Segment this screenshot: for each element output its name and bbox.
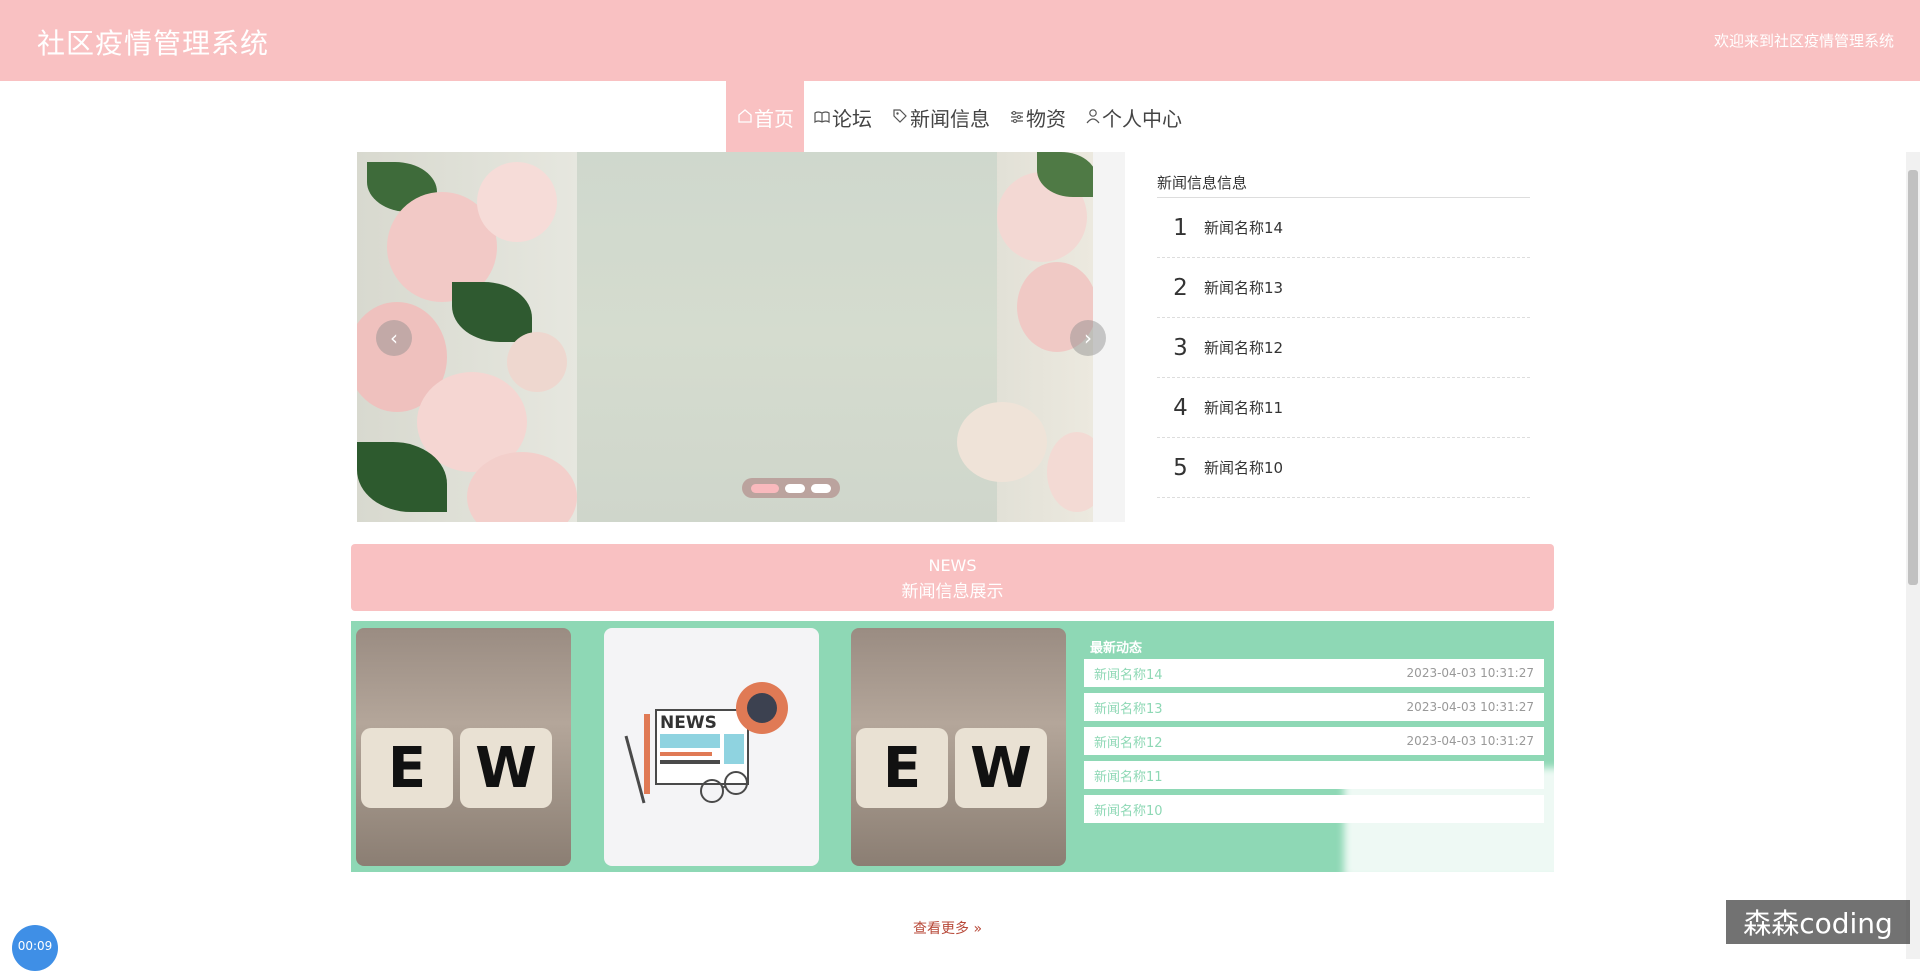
news-list-title: 新闻信息信息 bbox=[1157, 172, 1530, 198]
newspaper-icon: NEWS bbox=[624, 682, 788, 804]
news-name[interactable]: 新闻名称10 bbox=[1204, 457, 1283, 478]
welcome-text: 欢迎来到社区疫情管理系统 bbox=[1713, 32, 1894, 50]
nav-item-supplies[interactable]: 物资 bbox=[1000, 81, 1076, 153]
top-header: 社区疫情管理系统 欢迎来到社区疫情管理系统 bbox=[0, 0, 1920, 81]
blurred-overlay bbox=[1344, 768, 1564, 878]
nav-item-forum[interactable]: 论坛 bbox=[804, 81, 882, 153]
double-chevron-right-icon: » bbox=[973, 921, 983, 937]
news-card-image[interactable]: NEWS bbox=[604, 628, 819, 866]
latest-news-name[interactable]: 新闻名称12 bbox=[1094, 732, 1163, 751]
newspaper-label: NEWS bbox=[660, 713, 717, 733]
nav-label-home: 首页 bbox=[754, 106, 794, 131]
news-section-banner: NEWS 新闻信息展示 bbox=[351, 544, 1554, 611]
tag-icon bbox=[892, 105, 910, 129]
latest-news-name[interactable]: 新闻名称10 bbox=[1094, 800, 1163, 819]
carousel-next-button[interactable]: › bbox=[1070, 320, 1106, 356]
news-list-item[interactable]: 3 新闻名称12 bbox=[1157, 318, 1530, 378]
view-more-link[interactable]: 查看更多 » bbox=[913, 918, 982, 938]
latest-news-time: 2023-04-03 10:31:27 bbox=[1406, 734, 1534, 748]
nav-item-home[interactable]: 首页 bbox=[726, 81, 804, 153]
latest-news-item[interactable]: 新闻名称12 2023-04-03 10:31:27 bbox=[1084, 727, 1544, 755]
banner-title-en: NEWS bbox=[928, 556, 977, 575]
news-list-item[interactable]: 5 新闻名称10 bbox=[1157, 438, 1530, 498]
news-rank: 2 bbox=[1173, 274, 1188, 301]
latest-news-title: 最新动态 bbox=[1090, 641, 1143, 656]
view-more-label: 查看更多 bbox=[913, 921, 969, 937]
latest-news-name[interactable]: 新闻名称13 bbox=[1094, 698, 1163, 717]
news-list-item[interactable]: 4 新闻名称11 bbox=[1157, 378, 1530, 438]
carousel-indicators bbox=[742, 478, 840, 498]
leaf-decoration bbox=[452, 282, 532, 342]
news-rank: 4 bbox=[1173, 394, 1188, 421]
nav-label-supplies: 物资 bbox=[1026, 106, 1066, 131]
letter-cube: W bbox=[955, 728, 1047, 808]
scrollbar-thumb[interactable] bbox=[1908, 170, 1918, 585]
carousel-dot[interactable] bbox=[751, 483, 779, 493]
flower-decoration bbox=[957, 402, 1047, 482]
sliders-icon bbox=[1010, 105, 1026, 129]
news-rank: 3 bbox=[1173, 334, 1188, 361]
app-title: 社区疫情管理系统 bbox=[37, 27, 270, 60]
latest-news-time: 2023-04-03 10:31:27 bbox=[1406, 700, 1534, 714]
home-icon bbox=[738, 105, 754, 129]
carousel-slide[interactable] bbox=[357, 152, 1093, 522]
main-nav: 首页 论坛 新闻信息 物资 个人中心 bbox=[726, 81, 1192, 153]
news-list-item[interactable]: 2 新闻名称13 bbox=[1157, 258, 1530, 318]
watermark: 森森coding bbox=[1726, 900, 1910, 944]
flower-decoration bbox=[507, 332, 567, 392]
latest-news-item[interactable]: 新闻名称13 2023-04-03 10:31:27 bbox=[1084, 693, 1544, 721]
book-icon bbox=[814, 105, 832, 129]
nav-label-forum: 论坛 bbox=[832, 106, 872, 131]
news-card-image[interactable]: E W bbox=[851, 628, 1066, 866]
news-name[interactable]: 新闻名称11 bbox=[1204, 397, 1283, 418]
news-list-item[interactable]: 1 新闻名称14 bbox=[1157, 198, 1530, 258]
nav-item-news[interactable]: 新闻信息 bbox=[882, 81, 1000, 153]
news-name[interactable]: 新闻名称12 bbox=[1204, 337, 1283, 358]
latest-news-time: 2023-04-03 10:31:27 bbox=[1406, 666, 1534, 680]
nav-label-profile: 个人中心 bbox=[1102, 106, 1182, 131]
slide-backdrop bbox=[577, 152, 997, 522]
carousel-dot[interactable] bbox=[811, 483, 831, 493]
letter-cube: E bbox=[361, 728, 453, 808]
news-card-image[interactable]: E W bbox=[356, 628, 571, 866]
letter-cube: E bbox=[856, 728, 948, 808]
user-icon bbox=[1086, 105, 1102, 129]
recording-timer: 00:09 bbox=[12, 925, 58, 971]
banner-title-cn: 新闻信息展示 bbox=[901, 582, 1004, 602]
flower-decoration bbox=[477, 162, 557, 242]
latest-news-name[interactable]: 新闻名称14 bbox=[1094, 664, 1163, 683]
news-name[interactable]: 新闻名称13 bbox=[1204, 277, 1283, 298]
nav-item-profile[interactable]: 个人中心 bbox=[1076, 81, 1192, 153]
latest-news-item[interactable]: 新闻名称14 2023-04-03 10:31:27 bbox=[1084, 659, 1544, 687]
latest-news-name[interactable]: 新闻名称11 bbox=[1094, 766, 1163, 785]
carousel-dot[interactable] bbox=[785, 483, 805, 493]
news-name[interactable]: 新闻名称14 bbox=[1204, 217, 1283, 238]
carousel-prev-button[interactable]: ‹ bbox=[376, 320, 412, 356]
nav-label-news: 新闻信息 bbox=[910, 106, 990, 131]
flower-decoration bbox=[1047, 432, 1093, 512]
news-rank: 5 bbox=[1173, 454, 1188, 481]
letter-cube: W bbox=[460, 728, 552, 808]
news-list: 新闻信息信息 1 新闻名称14 2 新闻名称13 3 新闻名称12 4 新闻名称… bbox=[1157, 172, 1530, 498]
news-rank: 1 bbox=[1173, 214, 1188, 241]
